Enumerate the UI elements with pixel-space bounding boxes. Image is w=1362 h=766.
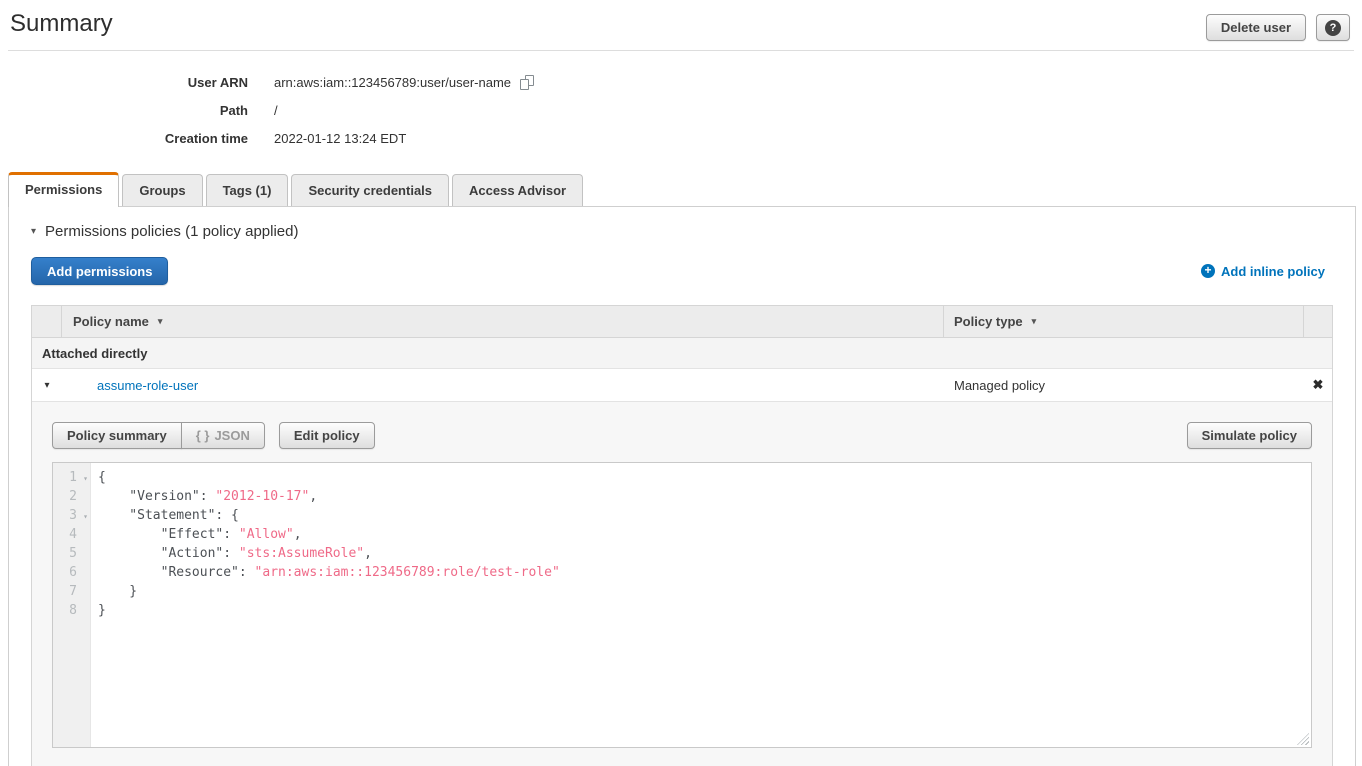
add-inline-policy-label: Add inline policy: [1221, 264, 1325, 279]
section-collapse-icon: ▾: [31, 226, 36, 237]
user-arn-label: User ARN: [0, 75, 248, 90]
creation-time-label: Creation time: [0, 131, 248, 146]
delete-user-button[interactable]: Delete user: [1206, 14, 1306, 41]
page-header: Summary Delete user ?: [0, 0, 1362, 41]
help-icon: ?: [1325, 20, 1341, 36]
braces-icon: { }: [196, 428, 210, 443]
code-line: }: [98, 601, 560, 620]
plus-icon: +: [1201, 264, 1215, 278]
fold-icon[interactable]: ▾: [83, 507, 88, 526]
header-actions: Delete user ?: [1206, 14, 1350, 41]
code-line: "Statement": {: [98, 506, 560, 525]
editor-resize-handle[interactable]: [1297, 733, 1309, 745]
row-expander-icon[interactable]: ▾: [32, 380, 62, 391]
iam-user-summary-page: Summary Delete user ? User ARN arn:aws:i…: [0, 0, 1362, 766]
path-value: /: [274, 103, 278, 118]
tab-permissions[interactable]: Permissions: [8, 172, 119, 207]
json-policy-editor[interactable]: 1▾ 2 3▾ 4 5 6 7 8 { "Version": "2012-10-…: [52, 462, 1312, 748]
policy-name-column-header[interactable]: Policy name ▾: [62, 306, 944, 337]
user-arn-row: User ARN arn:aws:iam::123456789:user/use…: [0, 68, 1362, 96]
sort-icon: ▾: [1032, 316, 1037, 327]
remove-column-header: [1304, 306, 1332, 337]
policy-type-value: Managed policy: [944, 378, 1304, 393]
sort-icon: ▾: [158, 316, 163, 327]
policy-detail-buttons: Policy summary { } JSON Edit policy Simu…: [52, 422, 1312, 449]
code-line: {: [98, 468, 560, 487]
code-line: "Effect": "Allow",: [98, 525, 560, 544]
expander-column-header: [32, 306, 62, 337]
json-view-button[interactable]: { } JSON: [181, 422, 265, 449]
edit-policy-button[interactable]: Edit policy: [279, 422, 375, 449]
tab-bar: Permissions Groups Tags (1) Security cre…: [8, 172, 1356, 206]
path-label: Path: [0, 103, 248, 118]
code-line: "Version": "2012-10-17",: [98, 487, 560, 506]
code-line: "Action": "sts:AssumeRole",: [98, 544, 560, 563]
remove-policy-icon[interactable]: ✖: [1304, 377, 1332, 393]
add-inline-policy-link[interactable]: + Add inline policy: [1201, 264, 1325, 279]
section-heading: Permissions policies (1 policy applied): [45, 223, 298, 240]
simulate-policy-button[interactable]: Simulate policy: [1187, 422, 1312, 449]
add-permissions-button[interactable]: Add permissions: [31, 257, 168, 285]
page-title: Summary: [10, 10, 113, 38]
creation-time-row: Creation time 2022-01-12 13:24 EDT: [0, 124, 1362, 152]
editor-code: { "Version": "2012-10-17", "Statement": …: [91, 463, 560, 747]
creation-time-value: 2022-01-12 13:24 EDT: [274, 131, 406, 146]
policy-summary-button[interactable]: Policy summary: [52, 422, 182, 449]
user-details: User ARN arn:aws:iam::123456789:user/use…: [0, 68, 1362, 152]
user-arn-value: arn:aws:iam::123456789:user/user-name: [274, 75, 511, 90]
policy-detail-panel: Policy summary { } JSON Edit policy Simu…: [32, 401, 1332, 766]
policies-table-header: Policy name ▾ Policy type ▾: [32, 306, 1332, 337]
fold-icon[interactable]: ▾: [83, 469, 88, 488]
permissions-tab-panel: ▾ Permissions policies (1 policy applied…: [8, 206, 1356, 766]
tab-access-advisor[interactable]: Access Advisor: [452, 174, 583, 206]
policies-table: Policy name ▾ Policy type ▾ Attached dir…: [31, 305, 1333, 766]
copy-icon[interactable]: [520, 75, 534, 90]
policy-type-column-header[interactable]: Policy type ▾: [944, 306, 1304, 337]
attached-directly-group-row: Attached directly: [32, 337, 1332, 368]
permissions-policies-section-header[interactable]: ▾ Permissions policies (1 policy applied…: [31, 223, 1333, 240]
code-line: "Resource": "arn:aws:iam::123456789:role…: [98, 563, 560, 582]
path-row: Path /: [0, 96, 1362, 124]
editor-gutter: 1▾ 2 3▾ 4 5 6 7 8: [53, 463, 91, 747]
tab-security-credentials[interactable]: Security credentials: [291, 174, 449, 206]
header-divider: [8, 50, 1354, 51]
policy-actions-row: Add permissions + Add inline policy: [31, 257, 1333, 285]
code-line: }: [98, 582, 560, 601]
policy-name-link[interactable]: assume-role-user: [97, 378, 198, 393]
policy-row: ▾ assume-role-user Managed policy ✖: [32, 368, 1332, 401]
tab-tags[interactable]: Tags (1): [206, 174, 289, 206]
tab-groups[interactable]: Groups: [122, 174, 202, 206]
help-button[interactable]: ?: [1316, 14, 1350, 41]
